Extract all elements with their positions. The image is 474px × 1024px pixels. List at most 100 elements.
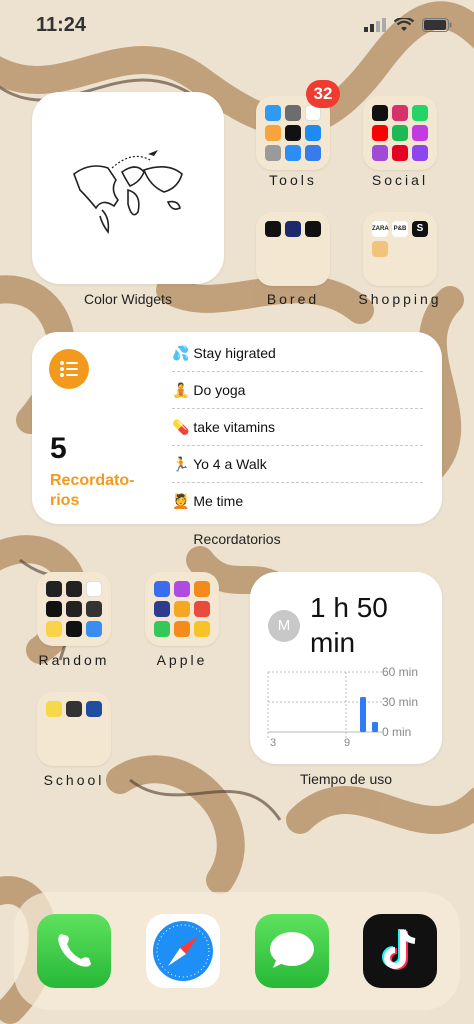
books-icon xyxy=(194,581,210,597)
screen-time-hours: 1 h 50 xyxy=(310,592,388,623)
color-widgets-widget[interactable] xyxy=(32,92,224,284)
reminder-item[interactable]: 🧘 Do yoga xyxy=(172,382,422,399)
chart-y-tick-label: 60 min xyxy=(382,665,418,679)
wallet-icon xyxy=(46,601,62,617)
school-folder-label: School xyxy=(43,772,105,788)
amazon-icon xyxy=(372,241,388,257)
usage-bar xyxy=(360,697,366,732)
world-map-airplane-icon xyxy=(73,150,183,235)
color-widgets-label: Color Widgets xyxy=(84,291,172,307)
screen-time-label: Tiempo de uso xyxy=(299,771,393,787)
photos-icon xyxy=(265,125,281,141)
compass-icon xyxy=(66,601,82,617)
bored-folder-label: Bored xyxy=(266,291,320,307)
star-icon xyxy=(412,125,428,141)
phone-icon[interactable] xyxy=(37,914,111,988)
instagram-icon xyxy=(392,105,408,121)
running-emoji: 🏃 xyxy=(172,456,190,472)
reminders-list-icon xyxy=(49,349,89,389)
divider xyxy=(172,445,423,446)
screen-time-minutes: min xyxy=(310,627,356,658)
tools-notification-badge: 32 xyxy=(306,80,340,108)
reminders-title-line1: Recordato- xyxy=(50,472,135,489)
youtube-icon xyxy=(372,125,388,141)
voice-memos-icon xyxy=(86,581,102,597)
status-indicators xyxy=(364,18,452,32)
spotify-icon xyxy=(392,125,408,141)
divider xyxy=(172,482,423,483)
facetime-icon xyxy=(154,621,170,637)
watch-icon xyxy=(66,621,82,637)
chart-x-tick-label: 9 xyxy=(344,737,350,749)
reminder-text: take vitamins xyxy=(193,419,276,435)
pill-emoji: 💊 xyxy=(172,419,190,435)
reminder-text: Stay higrated xyxy=(193,345,276,361)
reminders-widget-label: Recordatorios xyxy=(193,531,281,547)
reminder-text: Me time xyxy=(193,493,244,509)
appletv-icon xyxy=(305,221,321,237)
appstore-icon xyxy=(285,145,301,161)
pull-and-bear-icon: P&B xyxy=(392,221,408,237)
social-folder-label: Social xyxy=(371,172,429,188)
reminder-item[interactable]: 💦 Stay higrated xyxy=(172,345,422,362)
safari-icon[interactable] xyxy=(146,914,220,988)
reminders-title-line2: rios xyxy=(50,492,80,509)
folder-icon xyxy=(86,621,102,637)
home-icon xyxy=(174,601,190,617)
shopping-folder-label: Shopping xyxy=(358,291,442,307)
bored-folder[interactable] xyxy=(256,212,330,286)
random-folder-label: Random xyxy=(38,652,110,668)
tiktok-mini-icon xyxy=(372,105,388,121)
screen-time-chart: 60 min 30 min 0 min 3 9 xyxy=(267,665,418,749)
contacts-icon xyxy=(174,621,190,637)
reminder-item[interactable]: 💊 take vitamins xyxy=(172,419,422,436)
usage-bar xyxy=(372,722,378,732)
social-folder[interactable] xyxy=(363,96,437,170)
netflix-icon xyxy=(265,221,281,237)
siri-icon xyxy=(154,601,170,617)
notes-icon xyxy=(46,621,62,637)
shortcuts-icon xyxy=(154,581,170,597)
school-folder[interactable] xyxy=(37,692,111,766)
itunes-star-icon xyxy=(174,581,190,597)
clock-icon xyxy=(285,125,301,141)
mail-icon xyxy=(305,125,321,141)
messenger-icon xyxy=(412,145,428,161)
pinterest-icon xyxy=(392,145,408,161)
random-folder[interactable] xyxy=(37,572,111,646)
whatsapp-icon xyxy=(412,105,428,121)
settings-icon xyxy=(265,145,281,161)
fitness-icon xyxy=(194,601,210,617)
reminder-item[interactable]: 💆 Me time xyxy=(172,493,422,510)
disney-icon xyxy=(285,221,301,237)
wifi-icon xyxy=(394,18,414,31)
water-drops-emoji: 💦 xyxy=(172,345,190,361)
battery-icon xyxy=(422,18,452,32)
tiktok-icon[interactable] xyxy=(363,914,437,988)
user-avatar: M xyxy=(268,610,300,642)
magnifier-icon xyxy=(66,581,82,597)
teams-icon xyxy=(86,701,102,717)
apple-folder[interactable] xyxy=(145,572,219,646)
massage-emoji: 💆 xyxy=(172,493,190,509)
notes-app-icon xyxy=(46,701,62,717)
tools-folder-label: Tools xyxy=(269,172,317,188)
measure-icon xyxy=(86,601,102,617)
reminder-text: Yo 4 a Walk xyxy=(193,456,267,472)
chart-x-tick-label: 3 xyxy=(270,737,276,749)
app-icon xyxy=(265,105,281,121)
apple-folder-label: Apple xyxy=(156,652,208,668)
divider xyxy=(172,371,423,372)
reminder-item[interactable]: 🏃 Yo 4 a Walk xyxy=(172,456,422,473)
chart-y-tick-label: 0 min xyxy=(382,725,411,739)
status-time: 11:24 xyxy=(36,14,87,36)
reminders-count: 5 xyxy=(50,432,67,465)
cellular-signal-icon xyxy=(364,18,386,32)
shein-icon: S xyxy=(412,221,428,237)
divider xyxy=(172,408,423,409)
camera-icon xyxy=(285,105,301,121)
messages-icon[interactable] xyxy=(255,914,329,988)
chart-y-tick-label: 30 min xyxy=(382,695,418,709)
zara-icon: ZARA xyxy=(372,221,389,237)
shopping-folder[interactable]: ZARA P&B S xyxy=(363,212,437,286)
